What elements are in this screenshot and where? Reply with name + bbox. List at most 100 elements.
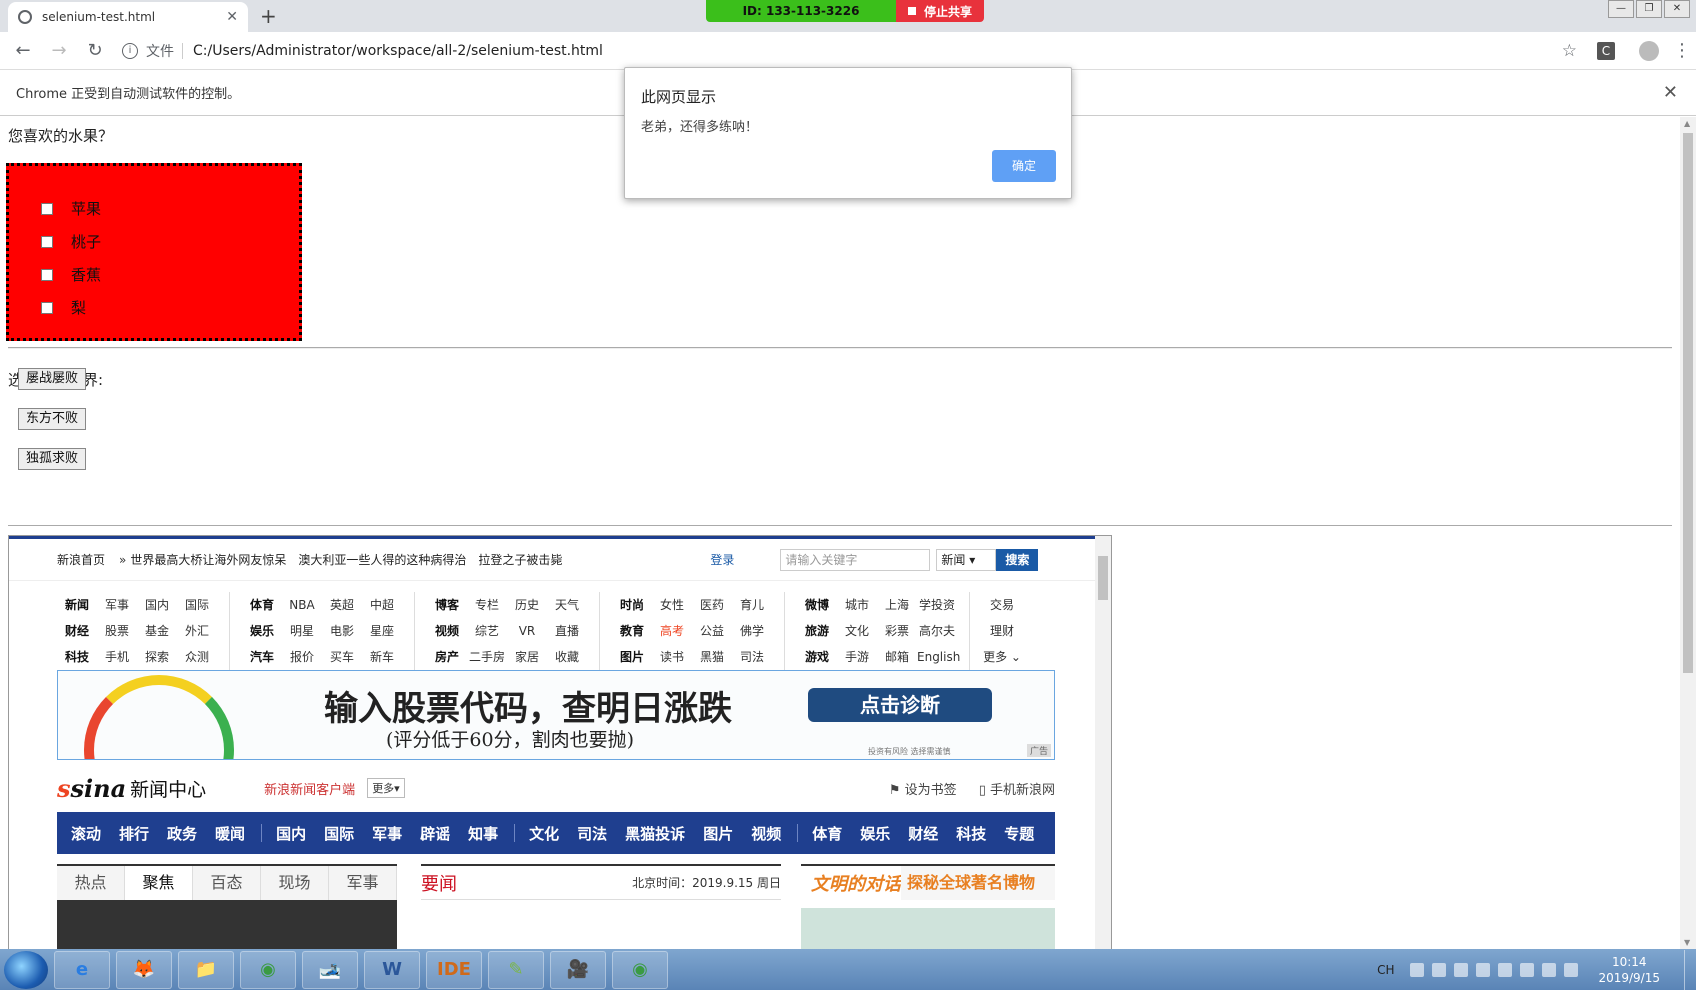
- address-bar[interactable]: i 文件 C:/Users/Administrator/workspace/al…: [122, 36, 1577, 66]
- nav-link[interactable]: 国际: [177, 592, 217, 618]
- nav-link[interactable]: 新闻: [57, 592, 97, 618]
- language-indicator[interactable]: CH: [1377, 963, 1394, 977]
- page-scroll-thumb[interactable]: [1683, 133, 1693, 673]
- nav-link[interactable]: 黑猫: [692, 644, 732, 670]
- nav-link[interactable]: 交易: [982, 592, 1022, 618]
- news-tab[interactable]: 现场: [261, 866, 329, 900]
- nav-link[interactable]: 直播: [547, 618, 587, 644]
- nav-link[interactable]: 收藏: [547, 644, 587, 670]
- nav-link[interactable]: 旅游: [797, 618, 837, 644]
- realm-button-1[interactable]: 屡战屡败: [18, 368, 86, 390]
- nav-link[interactable]: 房产: [427, 644, 467, 670]
- nav-link[interactable]: 军事: [97, 592, 137, 618]
- menu-dots-icon[interactable]: ⋮: [1673, 40, 1691, 61]
- taskbar-app-button[interactable]: ◉: [612, 950, 668, 989]
- dialog-ok-button[interactable]: 确定: [992, 150, 1056, 182]
- show-desktop-button[interactable]: [1684, 949, 1696, 990]
- nav-link[interactable]: NBA: [282, 592, 322, 618]
- back-arrow-icon[interactable]: ←: [10, 40, 36, 61]
- nav-link[interactable]: 医药: [692, 592, 732, 618]
- infobar-close-icon[interactable]: ✕: [1663, 82, 1678, 103]
- clock[interactable]: 10:14 2019/9/15: [1598, 954, 1660, 986]
- nav-link[interactable]: 二手房: [467, 644, 507, 670]
- nav-link[interactable]: 英超: [322, 592, 362, 618]
- monitor-icon[interactable]: [1564, 962, 1579, 977]
- blue-nav-link[interactable]: 国内: [276, 823, 306, 844]
- nav-link[interactable]: 中超: [362, 592, 402, 618]
- fruit-option[interactable]: 桃子: [41, 225, 299, 258]
- realm-button-3[interactable]: 独孤求败: [18, 448, 86, 470]
- blue-nav-link[interactable]: 专题: [1004, 823, 1034, 844]
- taskbar-app-button[interactable]: e: [54, 950, 110, 989]
- help-icon[interactable]: [1432, 962, 1447, 977]
- taskbar-app-button[interactable]: 🎿: [302, 950, 358, 989]
- blue-nav-link[interactable]: 视频: [751, 823, 781, 844]
- tab-close-icon[interactable]: ✕: [226, 9, 238, 25]
- headline-link[interactable]: 拉登之子被击毙: [478, 551, 562, 568]
- headline-link[interactable]: 世界最高大桥让海外网友惊呆: [130, 551, 286, 568]
- nav-link[interactable]: 更多 ⌄: [982, 644, 1022, 670]
- blue-nav-link[interactable]: 暖闻: [215, 823, 245, 844]
- headline-link[interactable]: 澳大利亚一些人得的这种病得治: [298, 551, 466, 568]
- nav-link[interactable]: 文化: [837, 618, 877, 644]
- nav-link[interactable]: VR: [507, 618, 547, 644]
- nav-link[interactable]: 电影: [322, 618, 362, 644]
- nav-link[interactable]: 科技: [57, 644, 97, 670]
- fruit-option[interactable]: 香蕉: [41, 258, 299, 291]
- blue-nav-link[interactable]: 排行: [119, 823, 149, 844]
- nav-link[interactable]: 天气: [547, 592, 587, 618]
- blue-nav-link[interactable]: 体育: [812, 823, 842, 844]
- nav-link[interactable]: 理财: [982, 618, 1022, 644]
- nav-link[interactable]: 司法: [732, 644, 772, 670]
- blue-nav-link[interactable]: 娱乐: [860, 823, 890, 844]
- nav-link[interactable]: 众测: [177, 644, 217, 670]
- nav-link[interactable]: 上海: [877, 592, 917, 618]
- scroll-up-icon[interactable]: ▲: [1684, 119, 1690, 128]
- nav-link[interactable]: 微博: [797, 592, 837, 618]
- stock-ad-banner[interactable]: 输入股票代码，查明日涨跌 (评分低于60分，割肉也要抛) 点击诊断 投资有风险 …: [57, 670, 1055, 760]
- nav-link[interactable]: 体育: [242, 592, 282, 618]
- blue-nav-link[interactable]: 国际: [324, 823, 354, 844]
- fruit-checkbox[interactable]: [41, 268, 53, 281]
- museum-image[interactable]: [801, 908, 1055, 949]
- blue-nav-link[interactable]: 司法: [577, 823, 607, 844]
- fruit-checkbox[interactable]: [41, 301, 53, 314]
- login-link[interactable]: 登录: [710, 551, 734, 568]
- yaowen-title[interactable]: 要闻: [421, 870, 457, 896]
- nav-link[interactable]: 视频: [427, 618, 467, 644]
- fruit-option[interactable]: 梨: [41, 291, 299, 324]
- network-icon[interactable]: [1542, 962, 1557, 977]
- news-tab[interactable]: 聚焦: [125, 866, 193, 900]
- nav-link[interactable]: 历史: [507, 592, 547, 618]
- nav-link[interactable]: 星座: [362, 618, 402, 644]
- blue-nav-link[interactable]: 黑猫投诉: [625, 823, 685, 844]
- nav-link[interactable]: 育儿: [732, 592, 772, 618]
- profile-avatar[interactable]: [1639, 40, 1659, 61]
- taskbar-app-button[interactable]: 📁: [178, 950, 234, 989]
- sina-home-link[interactable]: 新浪首页: [57, 551, 105, 568]
- taskbar-app-button[interactable]: ✎: [488, 950, 544, 989]
- blue-nav-link[interactable]: 财经: [908, 823, 938, 844]
- extension-icon[interactable]: C: [1597, 41, 1615, 60]
- museum-header[interactable]: 文明的对话 探秘全球著名博物馆: [801, 864, 1055, 926]
- volume-icon[interactable]: [1520, 962, 1535, 977]
- blue-nav-link[interactable]: 图片: [703, 823, 733, 844]
- blue-nav-link[interactable]: 科技: [956, 823, 986, 844]
- iframe-scrollbar[interactable]: [1095, 536, 1111, 949]
- news-tab-image[interactable]: [57, 900, 397, 949]
- blue-nav-link[interactable]: 政务: [167, 823, 197, 844]
- blue-nav-link[interactable]: 滚动: [71, 823, 101, 844]
- iframe-scroll-thumb[interactable]: [1098, 556, 1108, 600]
- nav-link[interactable]: 手机: [97, 644, 137, 670]
- realm-button-2[interactable]: 东方不败: [18, 408, 86, 430]
- blue-nav-link[interactable]: 军事: [372, 823, 402, 844]
- forward-arrow-icon[interactable]: →: [46, 40, 72, 61]
- browser-tab[interactable]: selenium-test.html ✕: [8, 2, 248, 32]
- sina-logo[interactable]: ssina: [57, 774, 126, 803]
- restore-button[interactable]: ❐: [1636, 0, 1662, 18]
- nav-link[interactable]: 学投资: [917, 592, 957, 618]
- more-dropdown[interactable]: 更多▾: [367, 778, 405, 798]
- nav-link[interactable]: 明星: [282, 618, 322, 644]
- nav-link[interactable]: 股票: [97, 618, 137, 644]
- news-tab[interactable]: 百态: [193, 866, 261, 900]
